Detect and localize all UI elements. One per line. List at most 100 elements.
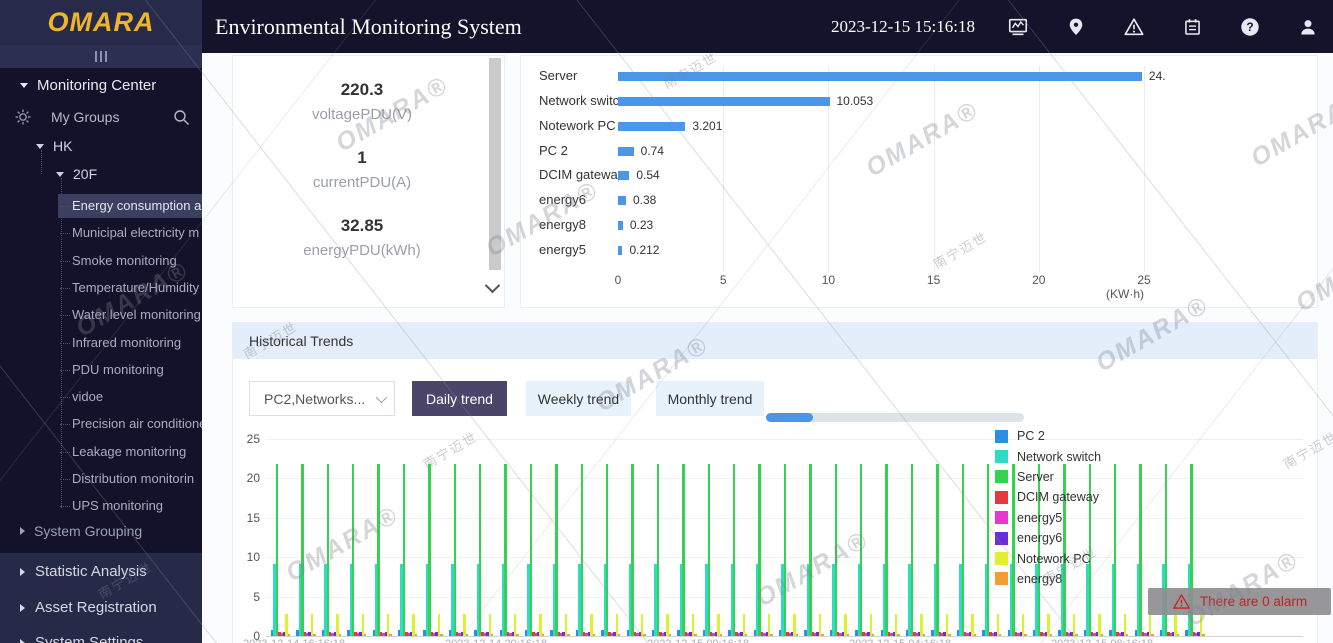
bar-value-label: 0.212 [629,243,660,258]
x-tick-label: 2023-12-15 00:16:18 [647,638,749,643]
chevron-down-icon [20,83,28,88]
sidebar-item-system-grouping[interactable]: System Grouping [20,523,142,539]
header-icons: ? [1007,16,1319,38]
trend-bar [352,464,355,636]
bar-value-label: 24. [1148,69,1166,83]
sidebar-item-monitoring-center[interactable]: Monitoring Center [20,77,156,94]
user-icon[interactable] [1297,16,1319,38]
log-notepad-icon[interactable] [1181,16,1203,38]
tree-item[interactable]: PDU monitoring [58,358,202,382]
trend-bar [491,634,494,636]
alarm-warning-icon[interactable] [1123,16,1145,38]
gridline [933,66,935,272]
chevron-right-icon [20,638,25,643]
help-icon[interactable]: ? [1239,16,1261,38]
trend-bar [1149,613,1152,636]
legend-item[interactable]: Notework PC [995,548,1101,568]
legend-item[interactable]: PC 2 [995,426,1101,446]
y-tick-label: 10 [246,550,260,565]
x-tick-label: 15 [926,273,941,287]
svg-text:?: ? [1246,20,1253,34]
sidebar-nav: Monitoring Center My Groups HK 20F Energ… [0,68,202,553]
trend-bar [682,464,685,636]
top-header: Environmental Monitoring System 2023-12-… [202,0,1333,53]
alarm-text: There are 0 alarm [1199,594,1308,609]
trend-bar [301,464,304,636]
tree-item[interactable]: Infrared monitoring [58,331,202,355]
bar-category-label: Server [539,68,578,83]
bar [618,121,686,131]
my-groups-row[interactable]: My Groups [14,108,190,126]
legend-item[interactable]: energy6 [995,528,1101,548]
trend-bar [834,464,837,636]
bar-category-label: PC 2 [539,142,568,158]
tree-connector [41,150,42,174]
chevron-down-icon [56,171,64,177]
legend-item[interactable]: DCIM gateway [995,487,1101,507]
tree-item[interactable]: Energy consumption a [58,194,202,218]
trend-bar [733,464,736,636]
trend-bar [338,634,341,636]
stats-scrollbar[interactable] [489,58,501,270]
alarm-status-badge[interactable]: There are 0 alarm [1148,588,1331,615]
trend-bar [453,464,456,636]
trend-bar [783,464,787,636]
tree-item[interactable]: Precision air conditione [58,412,202,436]
tree-node-20f[interactable]: 20F [56,166,97,182]
legend-item[interactable]: energy5 [995,508,1101,528]
trend-bar [428,464,431,636]
trend-bar [590,613,593,636]
trend-bar [758,464,761,636]
search-icon[interactable] [173,109,190,126]
trend-bar [945,613,949,636]
tree-item[interactable]: Temperature/Humidity [58,276,202,300]
trend-bar [275,464,279,636]
tree-item[interactable]: Leakage monitoring [58,440,202,464]
trend-bar [389,634,392,636]
tree-item[interactable]: Water level monitoring [58,303,202,327]
pdu-stats-panel: 220.3 voltagePDU(V) 1 currentPDU(A) 32.8… [232,55,505,308]
tree-item[interactable]: Distribution monitorin [58,467,202,491]
trend-bar [567,634,570,636]
stat-voltage: 220.3 voltagePDU(V) [311,80,413,123]
tree-item[interactable]: Municipal electricity m [58,221,202,245]
sidebar-item-system-settings[interactable]: System Settings [20,634,143,643]
tree-item[interactable]: Smoke monitoring [58,249,202,273]
bar [618,221,623,231]
location-icon[interactable] [1065,16,1087,38]
legend-label: energy5 [1017,510,1063,525]
sidebar-item-statistic-analysis[interactable]: Statistic Analysis [20,563,147,580]
tree-item[interactable]: UPS monitoring [58,494,202,518]
trend-bar [821,634,824,636]
sidebar-collapse-handle[interactable] [0,45,202,68]
legend-item[interactable]: Network switch [995,446,1101,466]
trend-bar [1100,634,1103,636]
sidebar-item-asset-registration[interactable]: Asset Registration [20,599,157,616]
warning-triangle-icon [1172,594,1190,609]
legend-label: Server [1017,469,1054,484]
bar-value-label: 3.201 [692,118,723,133]
trend-bar [361,613,364,636]
legend-swatch [995,429,1008,443]
trend-bar [973,634,976,636]
trend-bar [364,634,367,636]
trend-bar [948,634,951,636]
trend-bar [1072,613,1076,636]
tree-item[interactable]: vidoe [58,385,202,409]
trend-bar [504,464,507,636]
legend-item[interactable]: energy8 [995,569,1101,589]
trend-bar [1075,634,1078,636]
omara-logo: OMARA [47,7,155,37]
trend-bar [885,464,888,636]
legend-label: DCIM gateway [1017,490,1099,505]
trend-bar [707,464,710,636]
trend-bar [1139,464,1142,636]
monitor-chart-icon[interactable] [1007,16,1029,38]
legend-item[interactable]: Server [995,467,1101,487]
bar [618,196,626,206]
bar-value-label: 10.053 [836,93,874,108]
chevron-right-icon [20,527,25,535]
trend-bar [795,634,799,636]
y-tick-label: 5 [253,589,260,604]
legend-swatch [995,470,1008,484]
